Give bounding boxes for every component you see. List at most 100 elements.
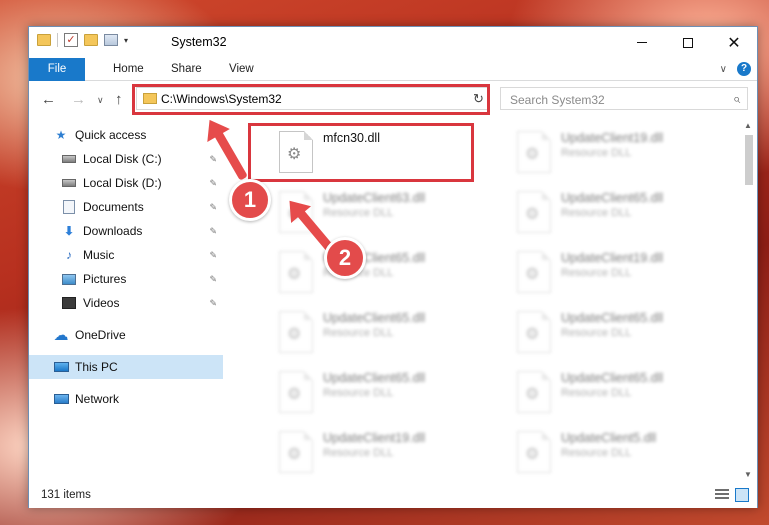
file-item[interactable]: ⚙ UpdateClient19.dll Resource DLL <box>489 245 715 301</box>
expand-ribbon-icon[interactable]: ∨ <box>720 64 727 75</box>
search-input[interactable]: Search System32 ⌕ <box>500 87 748 110</box>
help-icon[interactable]: ? <box>737 62 751 76</box>
sidebar-item-network[interactable]: Network <box>53 387 223 411</box>
scroll-down-icon[interactable]: ▼ <box>744 470 752 479</box>
documents-icon <box>63 200 75 214</box>
file-item[interactable]: ⚙ UpdateClient65.dll Resource DLL <box>489 185 715 241</box>
ribbon-right-controls: ∨ ? <box>720 62 751 76</box>
network-icon <box>53 394 69 404</box>
file-item[interactable]: ⚙ UpdateClient65.dll Resource DLL <box>251 365 477 421</box>
sidebar-item-label: Music <box>83 248 115 262</box>
sidebar-item-music[interactable]: ♪ Music ✎ <box>61 243 223 267</box>
maximize-icon <box>683 37 693 48</box>
file-name: UpdateClient65.dll <box>561 371 664 385</box>
file-type: Resource DLL <box>561 327 632 339</box>
pin-icon[interactable]: ✎ <box>209 226 217 237</box>
pin-icon[interactable]: ✎ <box>209 178 217 189</box>
forward-arrow-icon[interactable]: → <box>71 91 86 108</box>
vertical-scrollbar[interactable]: ▲ ▼ <box>740 119 757 481</box>
dll-file-icon: ⚙ <box>517 311 551 353</box>
address-path[interactable]: C:\Windows\System32 <box>161 92 282 106</box>
drive-icon <box>62 179 76 187</box>
up-arrow-icon[interactable]: ↑ <box>115 91 123 108</box>
item-count: 131 items <box>41 489 91 501</box>
dll-file-icon: ⚙ <box>279 251 313 293</box>
sidebar-item-label: Quick access <box>75 128 147 142</box>
tab-home[interactable]: Home <box>101 58 156 81</box>
pin-icon[interactable]: ✎ <box>209 274 217 285</box>
toolbar-dropdown-icon[interactable]: ▾ <box>124 36 128 45</box>
tab-file[interactable]: File <box>29 58 85 81</box>
file-name: UpdateClient65.dll <box>323 311 426 325</box>
sidebar-item-label: Pictures <box>83 272 127 286</box>
properties-check-icon[interactable]: ✓ <box>64 33 78 47</box>
dll-file-icon: ⚙ <box>279 131 313 173</box>
status-bar: 131 items <box>29 483 757 508</box>
dll-file-icon: ⚙ <box>517 371 551 413</box>
sidebar-item-videos[interactable]: Videos ✎ <box>61 291 223 315</box>
gear-icon: ⚙ <box>525 386 540 403</box>
file-type: Resource DLL <box>323 447 394 459</box>
file-item[interactable]: ⚙ UpdateClient65.dll Resource DLL <box>489 305 715 361</box>
sidebar-item-documents[interactable]: Documents ✎ <box>61 195 223 219</box>
new-folder-icon[interactable] <box>84 34 98 46</box>
search-icon[interactable]: ⌕ <box>733 91 740 107</box>
onedrive-icon: ☁ <box>53 327 69 344</box>
star-icon: ★ <box>55 128 67 142</box>
sidebar-item-this-pc[interactable]: This PC <box>29 355 223 379</box>
sidebar-item-label: This PC <box>75 360 118 374</box>
sidebar-item-onedrive[interactable]: ☁ OneDrive <box>53 323 223 347</box>
sidebar-item-pictures[interactable]: Pictures ✎ <box>61 267 223 291</box>
large-icons-view-icon[interactable] <box>735 488 749 502</box>
sidebar-item-local-disk-c[interactable]: Local Disk (C:) ✎ <box>61 147 223 171</box>
file-type: Resource DLL <box>561 207 632 219</box>
dll-file-icon: ⚙ <box>517 191 551 233</box>
customize-view-icon[interactable] <box>104 34 118 46</box>
minimize-button[interactable] <box>619 27 665 58</box>
file-name: UpdateClient5.dll <box>561 431 657 445</box>
window-title: System32 <box>171 35 227 49</box>
refresh-button[interactable]: ↻ <box>469 87 489 110</box>
sidebar-item-local-disk-d[interactable]: Local Disk (D:) ✎ <box>61 171 223 195</box>
file-item-mfcn30[interactable]: ⚙ mfcn30.dll <box>251 125 477 181</box>
dll-file-icon: ⚙ <box>517 251 551 293</box>
dll-file-icon: ⚙ <box>279 371 313 413</box>
sidebar-item-downloads[interactable]: ⬇ Downloads ✎ <box>61 219 223 243</box>
file-name: UpdateClient19.dll <box>561 131 664 145</box>
address-bar[interactable]: C:\Windows\System32 ∨ <box>136 87 488 110</box>
tab-share[interactable]: Share <box>159 58 214 81</box>
scroll-up-icon[interactable]: ▲ <box>744 121 752 130</box>
step-2-badge: 2 <box>324 237 366 279</box>
file-item[interactable]: ⚙ UpdateClient19.dll Resource DLL <box>251 425 477 481</box>
search-placeholder: Search System32 <box>510 93 605 107</box>
pin-icon[interactable]: ✎ <box>209 250 217 261</box>
explorer-window: ✓ ▾ System32 ✕ File Home Share View ∨ ? … <box>28 26 758 508</box>
file-item[interactable]: ⚙ UpdateClient65.dll Resource DLL <box>489 365 715 421</box>
file-name: UpdateClient65.dll <box>561 311 664 325</box>
dll-file-icon: ⚙ <box>279 311 313 353</box>
pin-icon[interactable]: ✎ <box>209 202 217 213</box>
file-item[interactable]: ⚙ UpdateClient19.dll Resource DLL <box>489 125 715 181</box>
toolbar-divider <box>57 33 58 47</box>
pin-icon[interactable]: ✎ <box>209 154 217 165</box>
pin-icon[interactable]: ✎ <box>209 298 217 309</box>
ribbon-tabs: File Home Share View ∨ ? <box>29 58 757 81</box>
file-item[interactable]: ⚙ UpdateClient5.dll Resource DLL <box>489 425 715 481</box>
close-button[interactable]: ✕ <box>711 27 757 58</box>
this-pc-icon <box>53 362 69 372</box>
tab-view[interactable]: View <box>217 58 266 81</box>
videos-icon <box>62 297 76 309</box>
file-item[interactable]: ⚙ UpdateClient65.dll Resource DLL <box>251 305 477 361</box>
maximize-button[interactable] <box>665 27 711 58</box>
pictures-icon <box>62 273 76 285</box>
details-view-icon[interactable] <box>715 489 729 501</box>
folder-icon[interactable] <box>37 34 51 46</box>
recent-locations-icon[interactable]: ∨ <box>97 95 104 106</box>
back-arrow-icon[interactable]: ← <box>41 91 56 108</box>
gear-icon: ⚙ <box>287 446 302 463</box>
file-name: UpdateClient19.dll <box>323 431 426 445</box>
scrollbar-thumb[interactable] <box>745 135 753 185</box>
window-controls: ✕ <box>619 27 757 58</box>
folder-icon <box>143 93 157 104</box>
gear-icon: ⚙ <box>525 326 540 343</box>
